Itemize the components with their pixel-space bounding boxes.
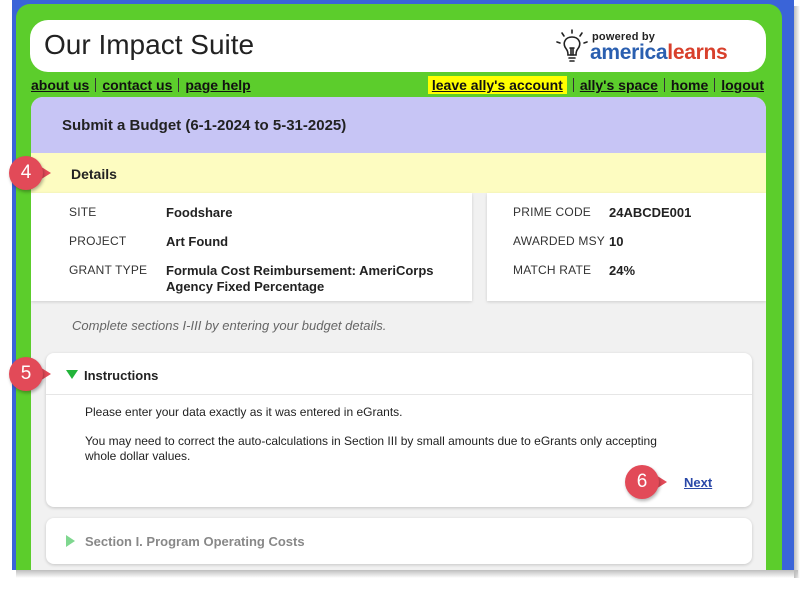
page-header: Submit a Budget (6-1-2024 to 5-31-2025) [31,97,766,153]
match-rate-value: 24% [609,263,636,278]
nav-divider [178,78,180,92]
nav-about-us[interactable]: about us [31,77,89,93]
frame-shadow [16,570,798,578]
instructions-text-2-line2: whole dollar values. [85,449,191,463]
main-panel: Submit a Budget (6-1-2024 to 5-31-2025) … [31,97,766,570]
nav-page-help[interactable]: page help [185,77,250,93]
details-header: Details [31,153,766,193]
app-title: Our Impact Suite [44,29,255,60]
instructions-toggle[interactable]: Instructions [46,353,752,395]
nav-divider [95,78,97,92]
callout-number: 6 [636,471,648,492]
nav-divider [572,78,574,92]
project-value: Art Found [166,234,229,249]
awarded-msy-value: 10 [609,234,624,249]
section-1-panel[interactable]: Section I. Program Operating Costs [46,518,752,564]
awarded-msy-label: AWARDED MSY [513,234,605,248]
match-rate-label: MATCH RATE [513,263,592,277]
nav-divider [714,78,716,92]
nav-home[interactable]: home [671,77,708,93]
nav-logout[interactable]: logout [721,77,764,93]
prime-code-label: PRIME CODE [513,205,592,219]
nav-allys-space[interactable]: ally's space [580,77,658,93]
page-title: Submit a Budget (6-1-2024 to 5-31-2025) [62,117,347,134]
brand-name-part-2: learns [667,41,728,64]
brand-name: americalearns [590,41,728,65]
americalearns-logo[interactable]: powered by americalearns [554,28,744,66]
instructions-title: Instructions [84,368,159,383]
nav-leave-account[interactable]: leave ally's account [427,76,567,94]
prime-code-value: 24ABCDE001 [609,205,692,220]
next-link[interactable]: Next [684,475,712,490]
grant-type-value-line2: Agency Fixed Percentage [166,279,325,294]
callout-marker: 6 [625,465,671,499]
nav-right: leave ally's account ally's space home logo… [427,76,764,94]
section-1-title: Section I. Program Operating Costs [85,534,305,549]
callout-marker: 4 [9,156,55,190]
callout-number: 4 [20,162,32,183]
nav-divider [663,78,665,92]
callout-number: 5 [20,363,32,384]
nav-left: about us contact us page help [31,77,251,93]
details-card-left: SITE Foodshare PROJECT Art Found GRANT T… [31,193,472,301]
details-card-right: PRIME CODE 24ABCDE001 AWARDED MSY 10 MAT… [487,193,766,301]
site-label: SITE [69,205,97,219]
brand-name-part-1: america [590,41,668,64]
frame-shadow-right [794,6,800,578]
nav-contact-us[interactable]: contact us [102,77,172,93]
site-value: Foodshare [166,205,233,220]
lightbulb-icon [556,29,588,62]
caret-right-icon [66,535,75,547]
details-title: Details [71,166,117,182]
caret-down-icon [66,370,78,379]
app-header: Our Impact Suite powered by americalearn… [30,20,766,72]
sections-hint: Complete sections I-III by entering your… [72,318,387,333]
grant-type-label: GRANT TYPE [69,263,148,277]
callout-marker: 5 [9,357,55,391]
project-label: PROJECT [69,234,127,248]
instructions-text-2-line1: You may need to correct the auto-calcula… [85,434,657,448]
instructions-text-1: Please enter your data exactly as it was… [85,405,403,419]
grant-type-value-line1: Formula Cost Reimbursement: AmeriCorps [166,263,434,278]
